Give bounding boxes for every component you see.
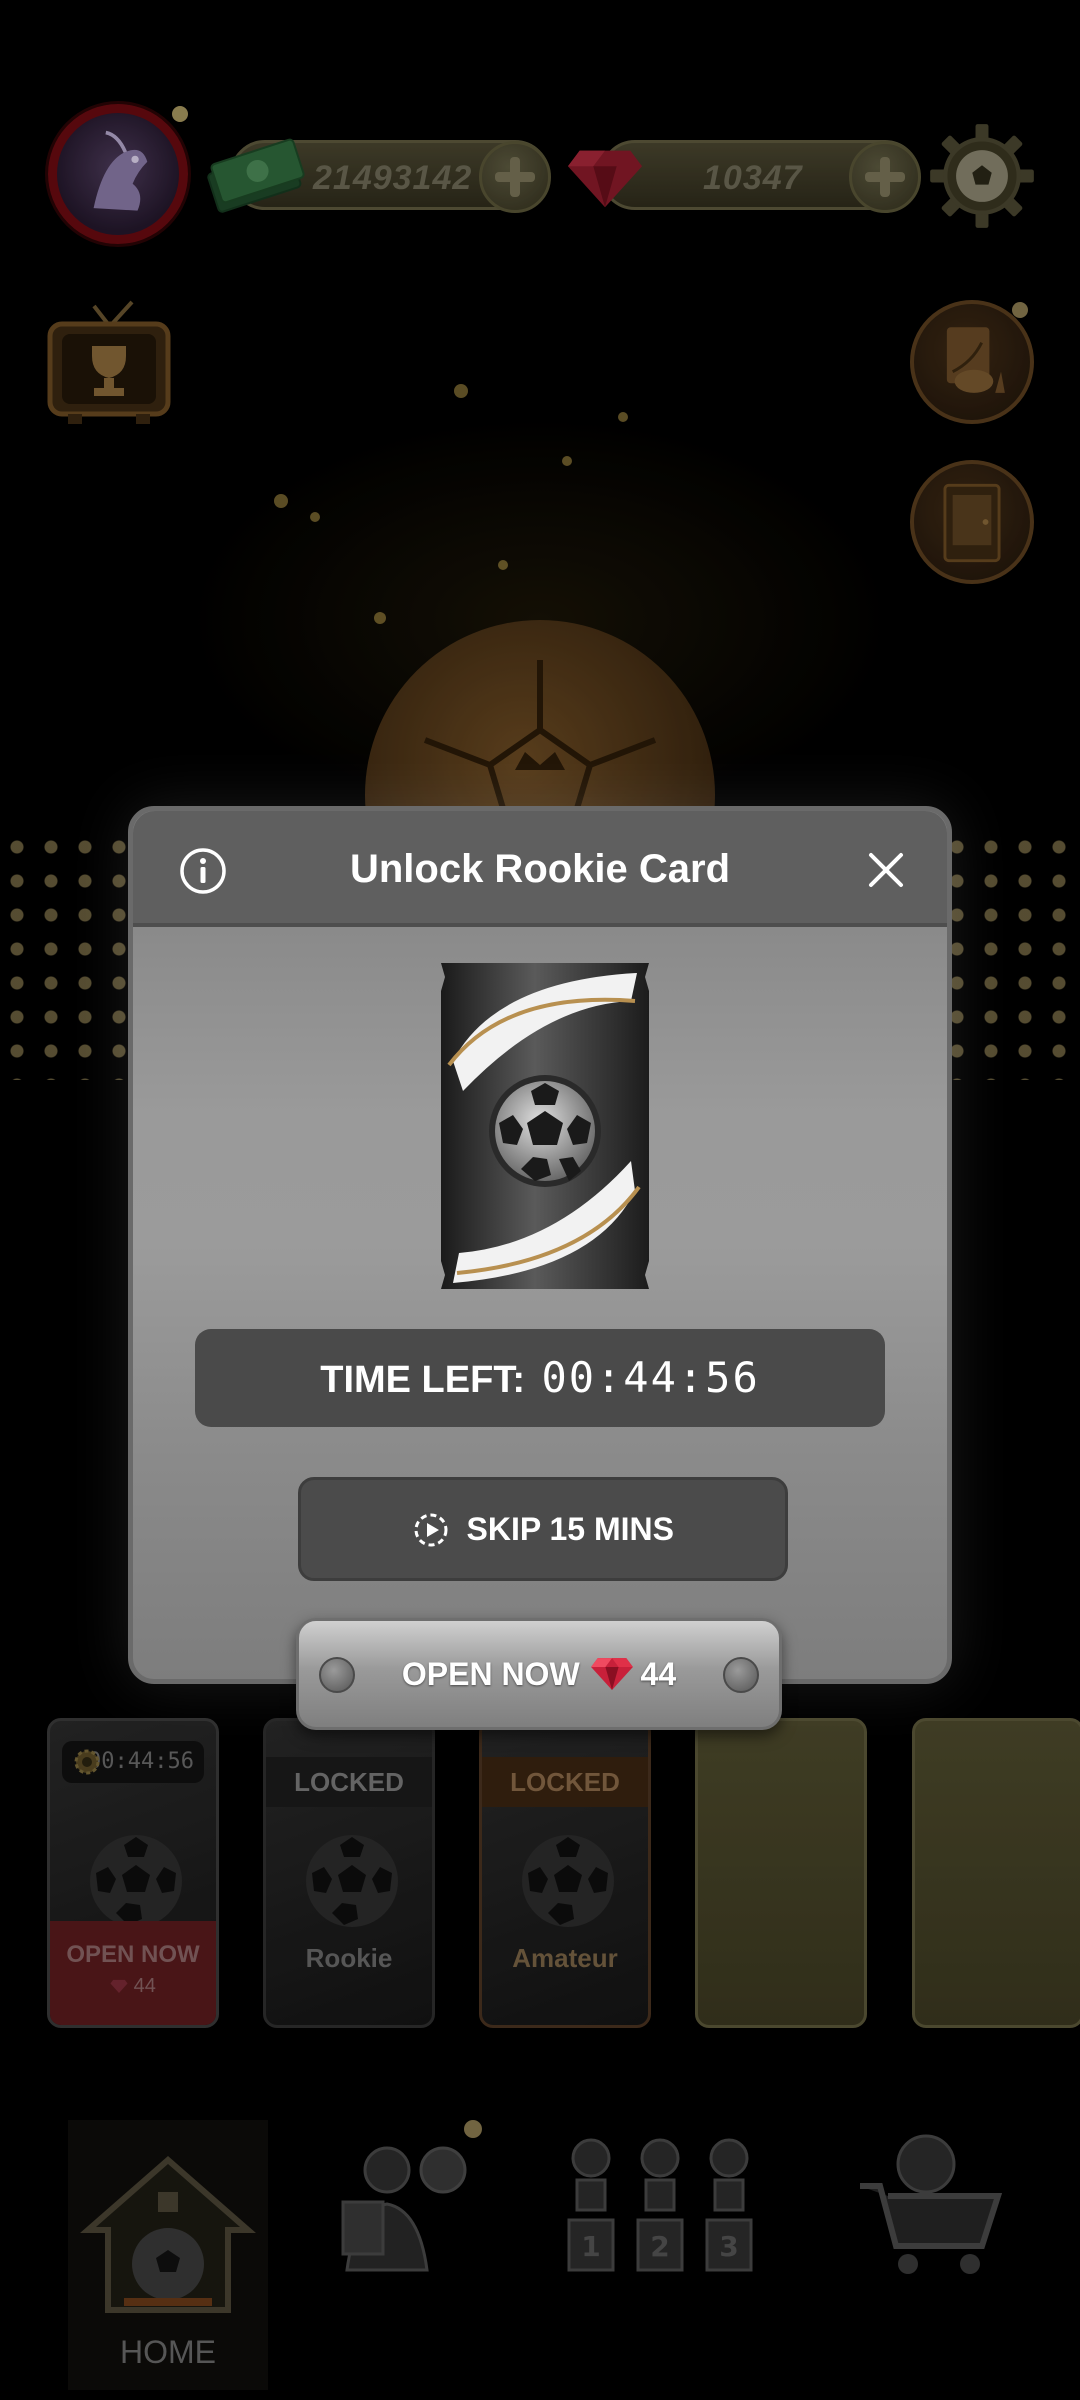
open-now-label: OPEN NOW (401, 1656, 580, 1692)
gem-icon (590, 1636, 634, 1691)
skip-15-mins-button[interactable]: SKIP 15 MINS (298, 1477, 788, 1581)
close-button[interactable] (865, 849, 907, 891)
rivet-decoration (723, 1657, 759, 1693)
close-icon (869, 853, 903, 887)
skip-label: SKIP 15 MINS (466, 1511, 674, 1547)
time-left-value: 00:44:56 (541, 1353, 760, 1402)
card-pack-icon (441, 963, 649, 1289)
open-now-cost: 44 (640, 1656, 677, 1692)
rivet-decoration (319, 1657, 355, 1693)
rookie-card-pack (435, 961, 655, 1291)
dialog-header: Unlock Rookie Card (133, 811, 947, 927)
unlock-card-dialog: Unlock Rookie Card TIME LEFT: 00:44:56 S… (128, 806, 952, 1684)
info-button[interactable] (179, 847, 227, 895)
dialog-title: Unlock Rookie Card (349, 847, 731, 891)
time-left-bar: TIME LEFT: 00:44:56 (195, 1329, 885, 1427)
open-now-button[interactable]: OPEN NOW 44 (296, 1618, 782, 1730)
play-timer-icon (412, 1496, 450, 1547)
info-icon (180, 848, 226, 894)
time-left-label: TIME LEFT: (320, 1359, 525, 1401)
